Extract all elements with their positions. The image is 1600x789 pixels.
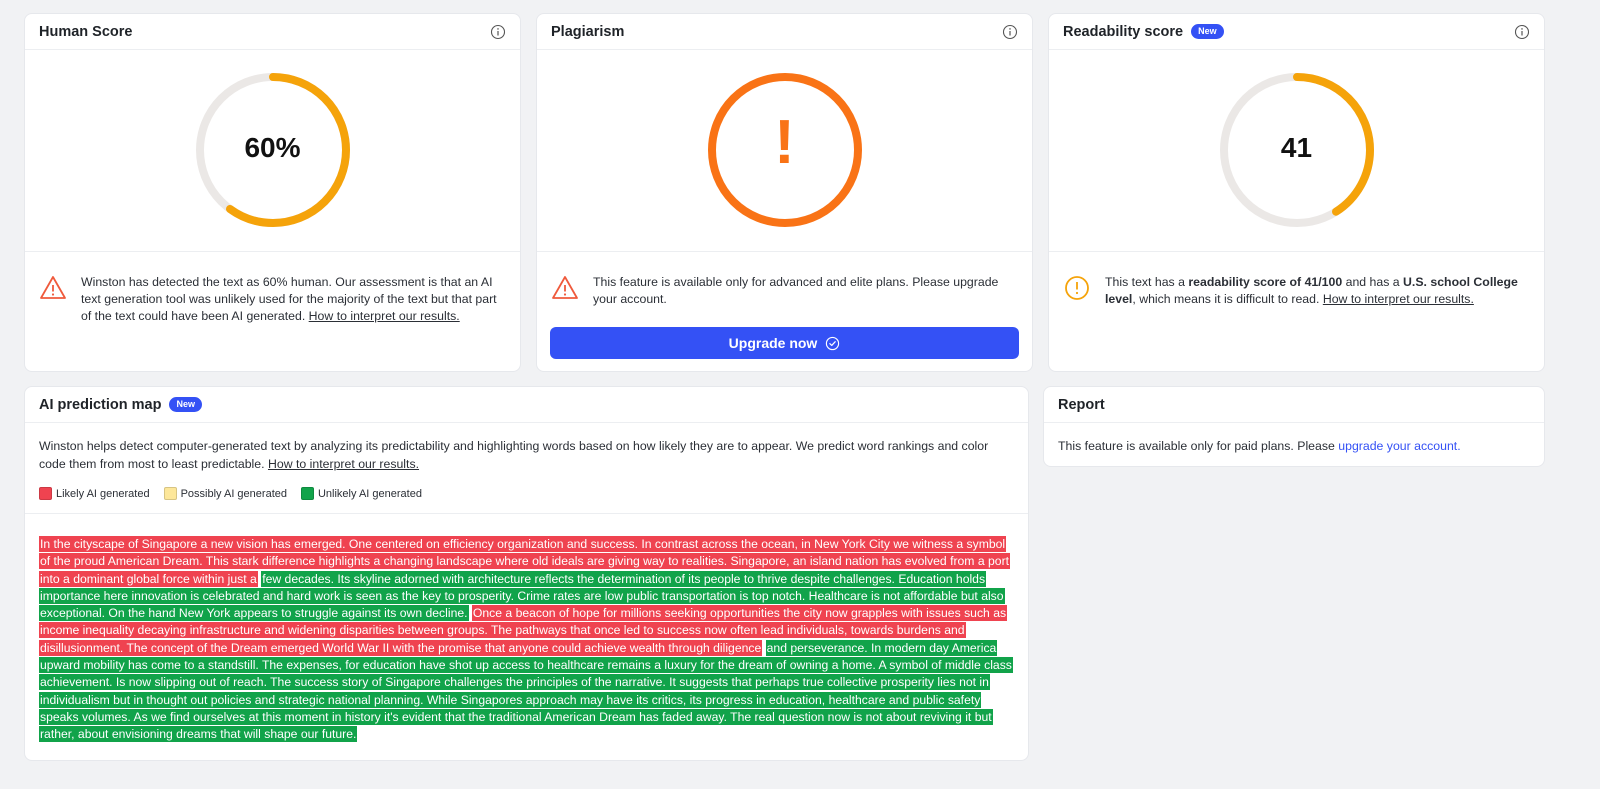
new-badge: New — [169, 397, 202, 412]
legend-likely-ai: Likely AI generated — [39, 487, 150, 500]
report-card: Report This feature is available only fo… — [1043, 386, 1545, 467]
warning-icon — [40, 276, 66, 299]
ai-prediction-map-header: AI prediction map New — [25, 387, 1028, 423]
legend-swatch-yellow — [163, 487, 177, 500]
legend-label: Likely AI generated — [56, 487, 150, 500]
plagiarism-message-text: This feature is available only for advan… — [593, 275, 999, 306]
legend-label: Possibly AI generated — [180, 487, 287, 500]
upgrade-now-label: Upgrade now — [728, 335, 818, 351]
human-score-card: Human Score 60% Winston has detected the… — [24, 13, 521, 372]
human-score-gauge: 60% — [25, 50, 520, 252]
readability-score-text: readability score of 41/100 — [1188, 275, 1343, 289]
legend-swatch-red — [39, 487, 52, 500]
report-title: Report — [1058, 396, 1105, 413]
legend-swatch-green — [300, 487, 314, 500]
info-icon[interactable] — [490, 24, 506, 40]
interpret-results-link[interactable]: How to interpret our results. — [309, 309, 460, 323]
human-score-title: Human Score — [39, 23, 133, 40]
info-icon[interactable] — [1514, 24, 1530, 40]
readability-msg-mid: and has a — [1342, 275, 1404, 289]
report-message-text: This feature is available only for paid … — [1058, 439, 1339, 453]
readability-msg-post: , which means it is difficult to read. — [1132, 292, 1323, 306]
new-badge: New — [1191, 24, 1224, 39]
plagiarism-card: Plagiarism ! This feature is available o… — [536, 13, 1033, 372]
highlighted-text-area: In the cityscape of Singapore a new visi… — [25, 513, 1028, 744]
legend-unlikely-ai: Unlikely AI generated — [300, 487, 422, 500]
report-header: Report — [1044, 387, 1544, 423]
legend-possibly-ai: Possibly AI generated — [163, 487, 287, 500]
upgrade-now-button[interactable]: Upgrade now — [550, 327, 1019, 359]
readability-card: Readability score New 41 This text has a… — [1048, 13, 1545, 372]
report-message: This feature is available only for paid … — [1044, 423, 1544, 469]
readability-msg-pre: This text has a — [1105, 275, 1189, 289]
alert-circle-icon — [1065, 276, 1089, 300]
readability-gauge: 41 — [1049, 50, 1544, 252]
readability-header: Readability score New — [1049, 14, 1544, 50]
warning-icon — [552, 276, 578, 299]
ai-prediction-map-card: AI prediction map New Winston helps dete… — [24, 386, 1029, 761]
plagiarism-title: Plagiarism — [551, 23, 625, 40]
plagiarism-message: This feature is available only for advan… — [537, 252, 1032, 308]
interpret-results-link[interactable]: How to interpret our results. — [1323, 292, 1474, 306]
info-icon[interactable] — [1002, 24, 1018, 40]
readability-message: This text has a readability score of 41/… — [1049, 252, 1544, 308]
ai-prediction-map-description-text: Winston helps detect computer-generated … — [39, 439, 989, 471]
interpret-results-link[interactable]: How to interpret our results. — [268, 457, 419, 471]
upgrade-account-link[interactable]: upgrade your account. — [1338, 439, 1460, 453]
check-circle-icon — [826, 336, 840, 350]
ai-prediction-map-description: Winston helps detect computer-generated … — [25, 423, 1028, 473]
plagiarism-alert-symbol: ! — [774, 108, 795, 177]
human-score-value: 60% — [244, 132, 301, 163]
legend-label: Unlikely AI generated — [317, 487, 422, 500]
ai-prediction-map-title: AI prediction map — [39, 396, 162, 413]
human-score-header: Human Score — [25, 14, 520, 50]
readability-title: Readability score — [1063, 23, 1184, 40]
plagiarism-gauge: ! — [537, 50, 1032, 252]
plagiarism-header: Plagiarism — [537, 14, 1032, 50]
human-score-message: Winston has detected the text as 60% hum… — [25, 252, 520, 325]
readability-value: 41 — [1280, 132, 1313, 163]
prediction-legend: Likely AI generated Possibly AI generate… — [25, 487, 1028, 500]
